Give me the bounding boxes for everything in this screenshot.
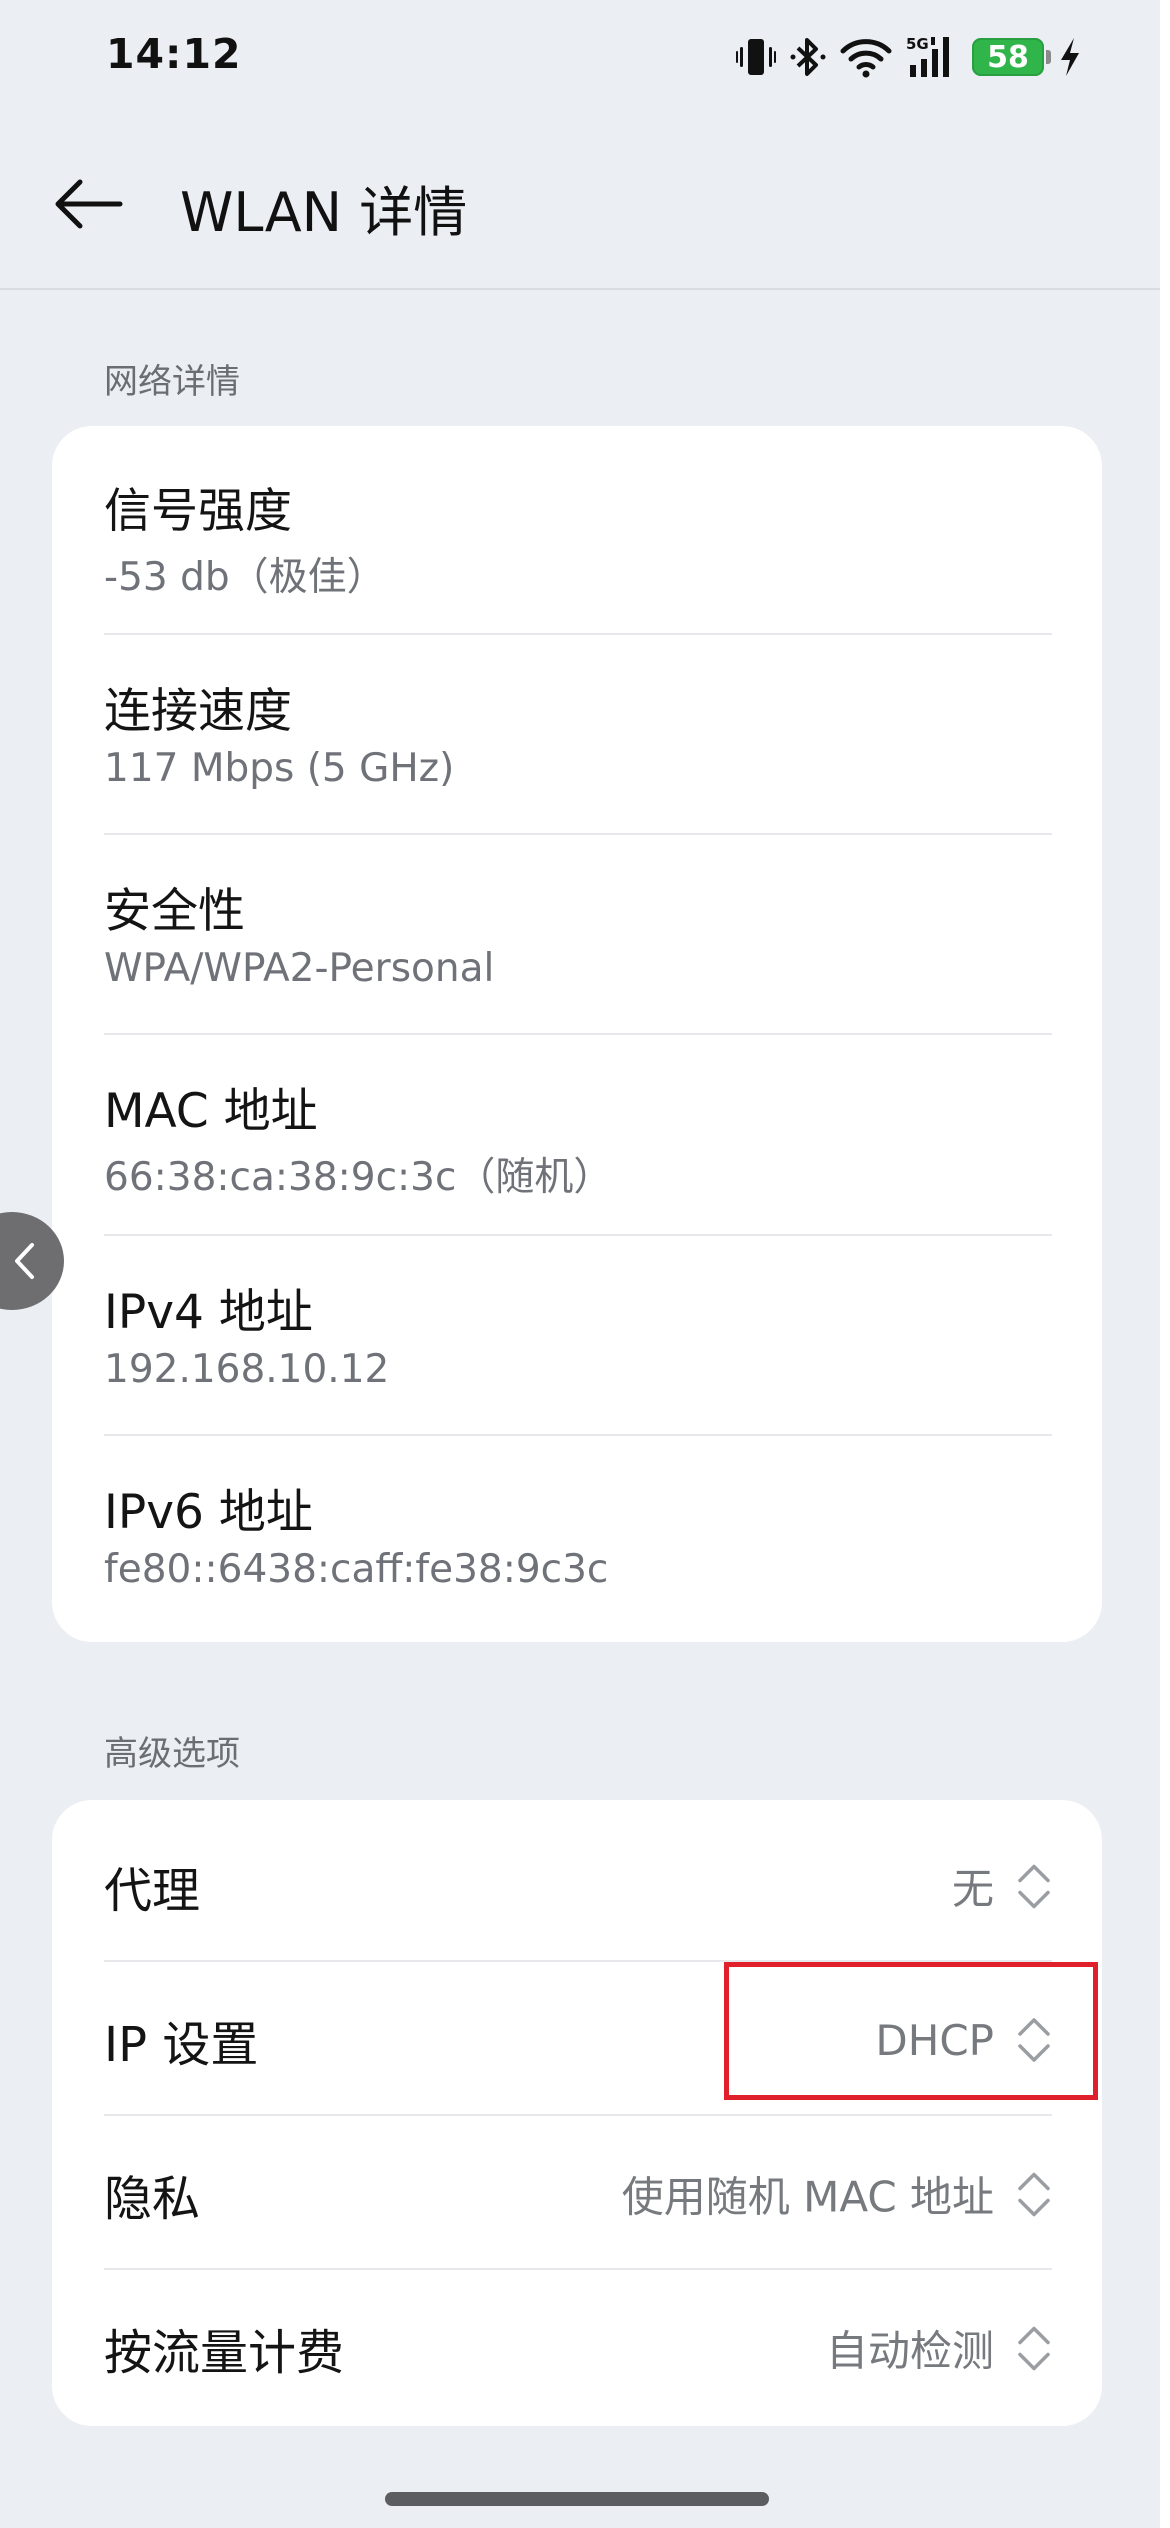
detail-value: WPA/WPA2-Personal — [104, 946, 495, 991]
back-arrow-icon — [55, 179, 123, 229]
bluetooth-icon — [790, 36, 826, 78]
vibrate-icon — [736, 36, 776, 78]
option-row-metered[interactable]: 按流量计费 自动检测 — [104, 2271, 1052, 2425]
screen-edge — [1160, 0, 1170, 2528]
detail-row-security: 安全性 WPA/WPA2-Personal — [104, 826, 1052, 1026]
option-title: IP 设置 — [104, 2017, 259, 2073]
chevron-up-down-icon — [1018, 2326, 1050, 2370]
option-value-wrap: 自动检测 — [826, 2318, 1052, 2379]
chevron-up-down-icon — [1018, 2172, 1050, 2216]
app-bar: WLAN 详情 — [0, 112, 1160, 290]
detail-row-mac-address: MAC 地址 66:38:ca:38:9c:3c（随机） — [104, 1026, 1052, 1226]
detail-row-ipv4-address: IPv4 地址 192.168.10.12 — [104, 1227, 1052, 1427]
option-row-privacy[interactable]: 隐私 使用随机 MAC 地址 — [104, 2117, 1052, 2271]
5g-signal-icon: 5G — [906, 35, 958, 79]
detail-value: 192.168.10.12 — [104, 1347, 390, 1392]
advanced-options-card: 代理 无 IP 设置 DHCP 隐私 使用随机 MAC 地址 按流量计费 自动检… — [52, 1800, 1102, 2426]
section-label-network-details: 网络详情 — [104, 362, 240, 402]
divider — [104, 2268, 1052, 2270]
detail-value: 117 Mbps (5 GHz) — [104, 746, 455, 791]
chevron-left-icon — [15, 1243, 34, 1279]
highlight-box — [724, 1962, 1098, 2100]
option-title: 代理 — [104, 1863, 201, 1919]
option-value: 无 — [951, 1864, 994, 1914]
status-icons: 5G 58 — [736, 30, 1082, 84]
detail-title: IPv6 地址 — [104, 1485, 313, 1540]
option-value-wrap: 使用随机 MAC 地址 — [622, 2164, 1052, 2225]
battery-icon: 58 — [972, 38, 1051, 76]
svg-text:5G: 5G — [906, 35, 929, 53]
detail-title: 信号强度 — [104, 484, 292, 539]
section-label-advanced-options: 高级选项 — [104, 1734, 240, 1774]
detail-title: 安全性 — [104, 884, 245, 939]
detail-row-link-speed: 连接速度 117 Mbps (5 GHz) — [104, 626, 1052, 826]
detail-row-ipv6-address: IPv6 地址 fe80::6438:caff:fe38:9c3c — [104, 1427, 1052, 1627]
option-value: 自动检测 — [825, 2326, 994, 2376]
status-time: 14:12 — [106, 30, 242, 78]
chevron-up-down-icon — [1018, 1864, 1050, 1908]
home-indicator[interactable] — [385, 2492, 769, 2506]
detail-value: -53 db（极佳） — [104, 555, 386, 600]
wifi-icon — [840, 36, 892, 78]
page-title: WLAN 详情 — [180, 181, 468, 244]
back-button[interactable] — [48, 164, 128, 244]
detail-value: 66:38:ca:38:9c:3c（随机） — [104, 1155, 613, 1200]
option-row-proxy[interactable]: 代理 无 — [104, 1809, 1052, 1963]
option-title: 隐私 — [104, 2171, 201, 2227]
option-value: 使用随机 MAC 地址 — [621, 2172, 994, 2222]
charging-icon — [1058, 36, 1082, 78]
divider — [104, 2114, 1052, 2116]
detail-title: MAC 地址 — [104, 1084, 318, 1139]
option-title: 按流量计费 — [104, 2325, 345, 2381]
battery-level: 58 — [987, 39, 1029, 75]
detail-title: IPv4 地址 — [104, 1285, 313, 1340]
option-value-wrap: 无 — [952, 1856, 1052, 1917]
network-details-card: 信号强度 -53 db（极佳） 连接速度 117 Mbps (5 GHz) 安全… — [52, 426, 1102, 1642]
detail-value: fe80::6438:caff:fe38:9c3c — [104, 1547, 609, 1592]
detail-title: 连接速度 — [104, 684, 292, 739]
detail-row-signal-strength: 信号强度 -53 db（极佳） — [104, 426, 1052, 626]
status-bar: 14:12 5G 58 — [0, 0, 1170, 112]
